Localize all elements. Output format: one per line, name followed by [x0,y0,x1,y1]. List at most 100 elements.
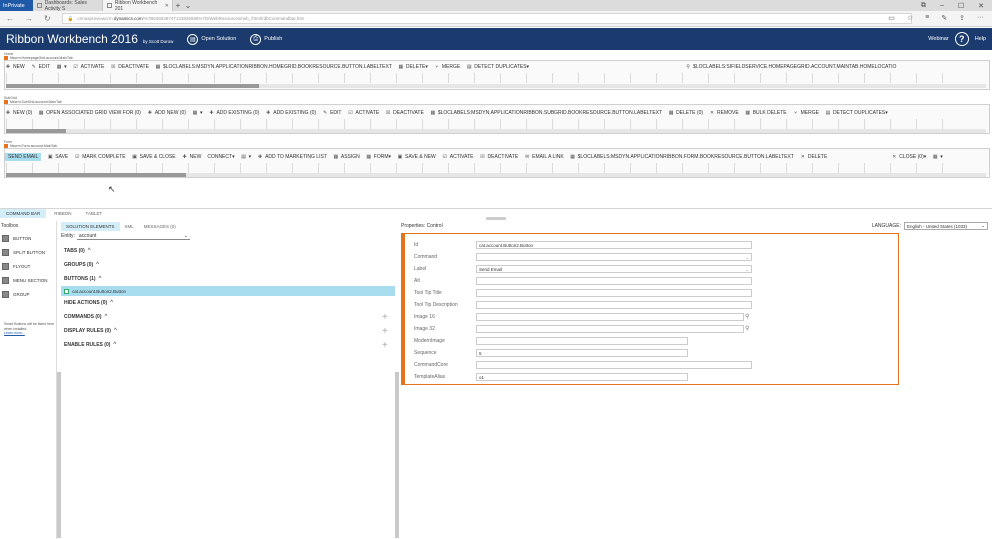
ribbon-button[interactable]: ▦ $LOCLABELS:MSDYN.APPLICATIONRIBBON.HOME… [155,64,392,70]
command-select[interactable]: ⌄ [476,253,752,261]
favorite-star-icon[interactable]: ☆ [907,14,913,22]
ribbon-button[interactable]: ▣ SAVE & CLOSE [132,154,175,160]
ribbon-button[interactable]: ✎ EDIT [322,110,342,116]
ribbon-button[interactable]: ▦ $LOCLABELS:MSDYN.APPLICATIONRIBBON.FORM… [570,154,794,160]
image32-input[interactable] [476,325,744,333]
forward-icon[interactable]: → [25,14,33,23]
ribbon-button[interactable]: ☑ ACTIVATE [347,110,379,116]
chevron-up-icon[interactable]: ^ [105,314,108,320]
tab-tablet[interactable]: TABLET [80,209,109,218]
group-groups[interactable]: GROUPS (0) ^ [64,262,99,268]
ribbon-button[interactable]: ⚲ $LOCLABELS:SIFIELDSERVICE.HOMEPAGEGRID.… [685,64,896,70]
ribbon-button[interactable]: ▦ ▾ [192,110,203,116]
toolbox-item-button[interactable]: BUTTON [0,231,56,245]
search-icon[interactable]: ⚲ [745,313,749,320]
scroll-thumb[interactable] [6,173,186,177]
chevron-up-icon[interactable]: ^ [114,328,117,334]
entity-select[interactable]: account ⌄ [76,232,190,240]
toolbox-item-menu-section[interactable]: MENU SECTION [0,273,56,287]
ribbon-button[interactable]: CONNECT ▾ [207,154,234,160]
help-link[interactable]: Help [975,36,986,42]
ribbon-button[interactable]: ✚ ADD EXISTING (0) [208,110,259,116]
maximize-icon[interactable]: ☐ [958,2,964,10]
ribbon-button[interactable]: ✚ ADD EXISTING (0) [265,110,316,116]
ribbon-button[interactable]: ▣ SAVE [47,154,68,160]
ribbon-button[interactable]: ☒ DEACTIVATE [480,154,518,160]
learn-more-link[interactable]: Learn more... [4,331,25,335]
ribbon-button[interactable]: ✕ CLOSE (0) ▾ [891,154,926,160]
ribbon-button[interactable]: ▦ ▾ [932,154,943,160]
label-input[interactable]: Send Email ⌄ [476,265,752,273]
add-display-rule-icon[interactable]: + [382,327,388,337]
more-icon[interactable]: ··· [977,14,984,22]
modern-image-input[interactable] [476,337,688,345]
group-enable-rules[interactable]: ENABLE RULES (0) ^ [64,342,116,348]
ribbon-button[interactable]: ▦ BULK DELETE [745,110,786,116]
hub-icon[interactable]: ≡ [925,14,929,22]
ribbon-button[interactable]: ✉ EMAIL A LINK [524,154,564,160]
template-alias-input[interactable]: o1 [476,373,688,381]
share-icon[interactable]: ⇪ [959,14,965,22]
scroll-thumb[interactable] [6,84,259,88]
ribbon-button[interactable]: ▦ FORM ▾ [366,154,391,160]
search-icon[interactable]: ⚲ [745,325,749,332]
close-tab-icon[interactable]: ✕ [165,3,169,9]
ribbon-button[interactable]: ☑ ACTIVATE [73,64,104,70]
add-command-icon[interactable]: + [382,313,388,323]
solution-scrollbar[interactable] [395,372,399,538]
notes-icon[interactable]: ✎ [941,14,947,22]
chevron-down-icon[interactable]: ⌄ [183,1,193,10]
group-buttons[interactable]: BUTTONS (1) ^ [64,276,101,282]
ribbon-button[interactable]: ☑ ACTIVATE [442,154,474,160]
group-commands[interactable]: COMMANDS (0) ^ [64,314,107,320]
tab-command-bar[interactable]: COMMAND BAR [0,209,47,218]
toolbox-item-split-button[interactable]: SPLIT BUTTON [0,245,56,259]
ribbon-button[interactable]: ▦ ASSIGN [333,154,360,160]
tab-preview-icon[interactable]: ⧉ [921,2,926,10]
back-icon[interactable]: ← [6,14,14,23]
ribbon-button[interactable]: ▤ DETECT DUPLICATES ▾ [466,64,529,70]
browser-tab-active[interactable]: Ribbon Workbench 201 ✕ [103,0,173,12]
language-select[interactable]: English - United States (1033) ⌄ [904,222,988,230]
reading-view-icon[interactable]: ▭ [888,14,895,22]
publish-button[interactable]: ⎙ Publish [250,33,282,45]
tab-ribbon[interactable]: RIBBON [48,209,77,218]
tab-xml[interactable]: XML [120,222,139,231]
ribbon-button[interactable]: ▤ ▾ [241,154,251,160]
minimize-icon[interactable]: – [940,2,944,10]
open-solution-button[interactable]: ▤ Open Solution [187,33,236,45]
ribbon-button[interactable]: ☒ DEACTIVATE [110,64,149,70]
ribbon-button[interactable]: ✚ NEW (0) [5,110,32,116]
url-input[interactable]: 🔒 crmuspreviewcrm. dynamics.com/%7B636549… [61,13,912,24]
ribbon-button[interactable]: ✚ NEW [182,154,202,160]
ribbon-button[interactable]: ▦ DELETE (0) [668,110,703,116]
ribbon-scrollbar[interactable] [6,173,986,177]
scroll-thumb[interactable] [6,129,66,133]
ribbon-button[interactable]: ⑂ MERGE [793,110,819,116]
id-input[interactable]: cat.account.Button2.Button [476,241,752,249]
ribbon-button[interactable]: ✚ ADD NEW (0) [147,110,186,116]
ribbon-button[interactable]: ✎ EDIT [31,64,51,70]
group-hide-actions[interactable]: HIDE ACTIONS (0) ^ [64,300,113,306]
toolbox-item-group[interactable]: GROUP [0,287,56,301]
ribbon-button[interactable]: ☑ MARK COMPLETE [74,154,126,160]
group-tabs[interactable]: TABS (0) ^ [64,248,91,254]
help-icon[interactable]: ? [954,32,969,46]
chevron-up-icon[interactable]: ^ [113,342,116,348]
chevron-up-icon[interactable]: ^ [99,276,102,282]
image16-input[interactable] [476,313,744,321]
sequence-input[interactable]: 5 [476,349,688,357]
ribbon-button[interactable]: ▦ $LOCLABELS:MSDYN.APPLICATIONRIBBON.SUBG… [430,110,662,116]
ribbon-button[interactable]: ▣ SAVE & NEW [397,154,436,160]
close-window-icon[interactable]: ✕ [978,2,984,10]
browser-tab[interactable]: Dashboards: Sales Activity S [33,0,103,12]
refresh-icon[interactable]: ↻ [44,14,51,23]
new-tab-icon[interactable]: + [173,1,183,10]
splitter-handle[interactable] [486,217,506,220]
ribbon-button[interactable]: ✚ NEW [5,64,25,70]
ribbon-button[interactable]: ✕ REMOVE [709,110,739,116]
chevron-up-icon[interactable]: ^ [96,262,99,268]
ribbon-button[interactable]: ✕ DELETE [800,154,828,160]
ribbon-button[interactable]: ☒ DEACTIVATE [385,110,424,116]
ribbon-button[interactable]: ✚ ADD TO MARKETING LIST [257,154,327,160]
